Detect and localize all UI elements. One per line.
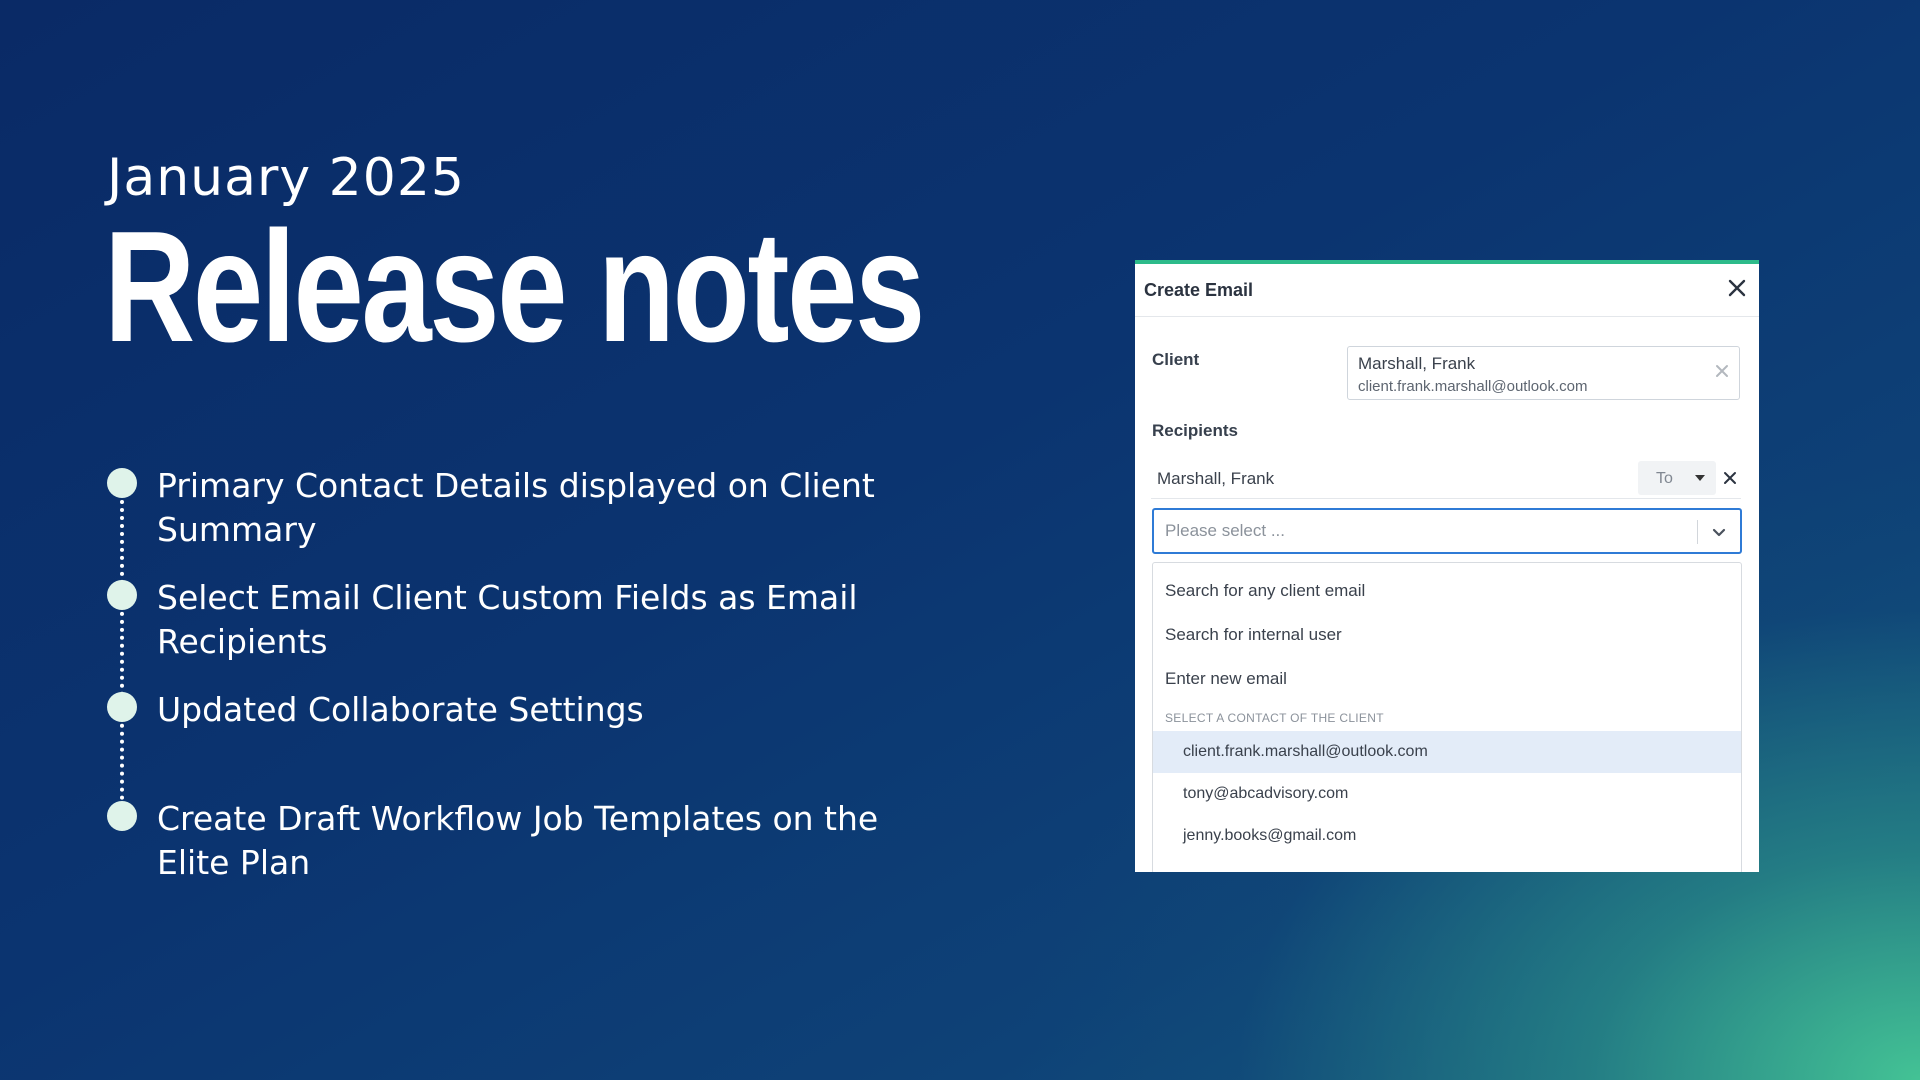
- select-placeholder: Please select ...: [1165, 521, 1286, 540]
- recipient-dropdown-menu: Search for any client email Search for i…: [1152, 562, 1742, 872]
- contact-email: jenny.books@gmail.com: [1183, 827, 1357, 844]
- chevron-down-icon[interactable]: [1710, 523, 1728, 541]
- timeline-line: [120, 484, 124, 816]
- option-enter-new-email[interactable]: Enter new email: [1165, 669, 1287, 689]
- remove-recipient-icon[interactable]: [1723, 471, 1737, 485]
- recipient-type-select[interactable]: To: [1638, 461, 1716, 495]
- contact-option[interactable]: jenny.books@gmail.com: [1153, 815, 1741, 857]
- recipient-name: Marshall, Frank: [1157, 469, 1275, 488]
- contact-group-label: SELECT A CONTACT OF THE CLIENT: [1165, 711, 1384, 725]
- select-divider: [1697, 520, 1698, 544]
- page-title: Release notes: [104, 199, 925, 375]
- dialog-title: Create Email: [1144, 280, 1254, 300]
- timeline-bullet: [107, 580, 137, 610]
- timeline-bullet: [107, 692, 137, 722]
- dialog-header: Create Email: [1135, 264, 1759, 317]
- client-email: client.frank.marshall@outlook.com: [1358, 378, 1588, 395]
- option-search-internal-user[interactable]: Search for internal user: [1165, 625, 1342, 645]
- contact-option[interactable]: client.frank.marshall@outlook.com: [1153, 731, 1741, 773]
- feature-item-4: Create Draft Workflow Job Templates on t…: [157, 799, 879, 882]
- contact-email: client.frank.marshall@outlook.com: [1183, 743, 1428, 760]
- client-name: Marshall, Frank: [1358, 354, 1476, 373]
- timeline-bullet: [107, 468, 137, 498]
- recipient-select-input[interactable]: Please select ...: [1152, 508, 1742, 554]
- create-email-dialog: Create Email Client Marshall, Frank clie…: [1135, 260, 1759, 872]
- recipients-label: Recipients: [1152, 421, 1238, 440]
- contact-option[interactable]: tony@abcadvisory.com: [1153, 773, 1741, 815]
- option-search-client-email[interactable]: Search for any client email: [1165, 581, 1365, 601]
- client-label: Client: [1152, 350, 1200, 369]
- feature-item-2: Select Email Client Custom Fields as Ema…: [157, 578, 858, 661]
- close-icon[interactable]: [1725, 276, 1749, 300]
- clear-icon[interactable]: [1715, 364, 1729, 378]
- recipient-row: Marshall, Frank To: [1151, 459, 1741, 499]
- feature-item-1: Primary Contact Details displayed on Cli…: [157, 466, 875, 549]
- caret-down-icon: [1695, 475, 1705, 481]
- contact-email: tony@abcadvisory.com: [1183, 785, 1349, 802]
- timeline-bullet: [107, 801, 137, 831]
- client-field[interactable]: Marshall, Frank client.frank.marshall@ou…: [1347, 346, 1740, 400]
- recipient-type-label: To: [1656, 470, 1673, 487]
- feature-item-3: Updated Collaborate Settings: [157, 690, 644, 729]
